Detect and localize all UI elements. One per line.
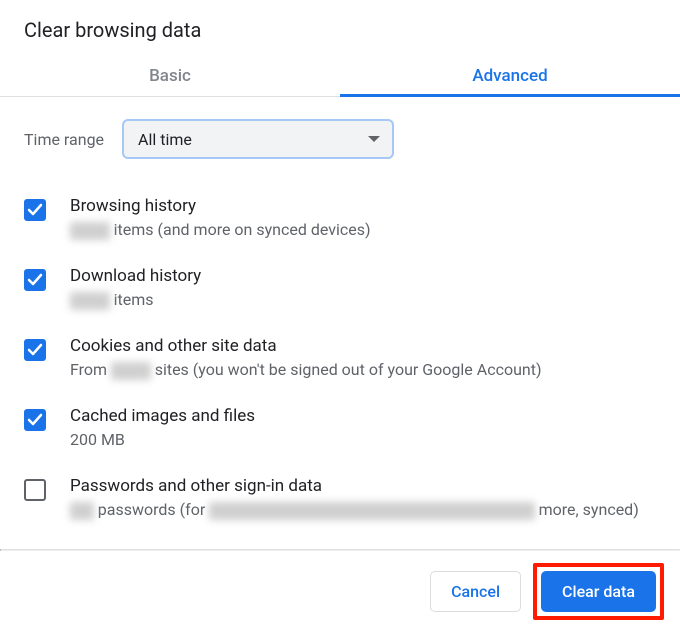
option-subtitle: xxxxx items [70, 289, 656, 311]
clear-data-button[interactable]: Clear data [541, 571, 656, 612]
option-cache: Cached images and files 200 MB [24, 395, 656, 465]
option-title: Download history [70, 265, 656, 287]
redacted-text: xxxxx [70, 222, 110, 240]
checkbox-cookies[interactable] [24, 339, 46, 361]
option-browsing-history: Browsing history xxxxx items (and more o… [24, 185, 656, 255]
checkbox-passwords[interactable] [24, 479, 46, 501]
option-title: Cookies and other site data [70, 335, 656, 357]
cancel-button[interactable]: Cancel [430, 571, 521, 612]
redacted-text: xxxxxxxxxxxxxxxxxxxxxxxxxxxxxxxxxxxxxxxx… [209, 502, 534, 520]
time-range-row: Time range All time [24, 119, 656, 159]
redacted-text: xxxxx [111, 362, 151, 380]
checkbox-browsing-history[interactable] [24, 199, 46, 221]
dialog-footer: Cancel Clear data [0, 551, 680, 632]
checkbox-cache[interactable] [24, 409, 46, 431]
option-passwords: Passwords and other sign-in data xxx pas… [24, 465, 656, 535]
option-download-history: Download history xxxxx items [24, 255, 656, 325]
dialog-body: Time range All time Browsing history xxx… [0, 97, 680, 549]
tabs: Basic Advanced [0, 60, 680, 97]
time-range-value: All time [138, 130, 192, 149]
option-subtitle: xxxxx items (and more on synced devices) [70, 219, 656, 241]
redacted-text: xxx [70, 502, 94, 520]
checkbox-download-history[interactable] [24, 269, 46, 291]
time-range-select[interactable]: All time [122, 119, 394, 159]
chevron-down-icon [368, 136, 380, 142]
option-title: Browsing history [70, 195, 656, 217]
tab-advanced[interactable]: Advanced [340, 60, 680, 96]
option-subtitle: xxx passwords (for xxxxxxxxxxxxxxxxxxxxx… [70, 499, 656, 521]
clear-browsing-data-dialog: Clear browsing data Basic Advanced Time … [0, 0, 680, 629]
time-range-label: Time range [24, 130, 104, 149]
highlight-annotation: Clear data [533, 563, 664, 620]
option-subtitle: From xxxxx sites (you won't be signed ou… [70, 359, 656, 381]
option-title: Cached images and files [70, 405, 656, 427]
option-subtitle: 200 MB [70, 429, 656, 451]
redacted-text: xxxxx [70, 292, 110, 310]
option-cookies: Cookies and other site data From xxxxx s… [24, 325, 656, 395]
dialog-title: Clear browsing data [0, 18, 680, 60]
tab-basic[interactable]: Basic [0, 60, 340, 96]
option-title: Passwords and other sign-in data [70, 475, 656, 497]
